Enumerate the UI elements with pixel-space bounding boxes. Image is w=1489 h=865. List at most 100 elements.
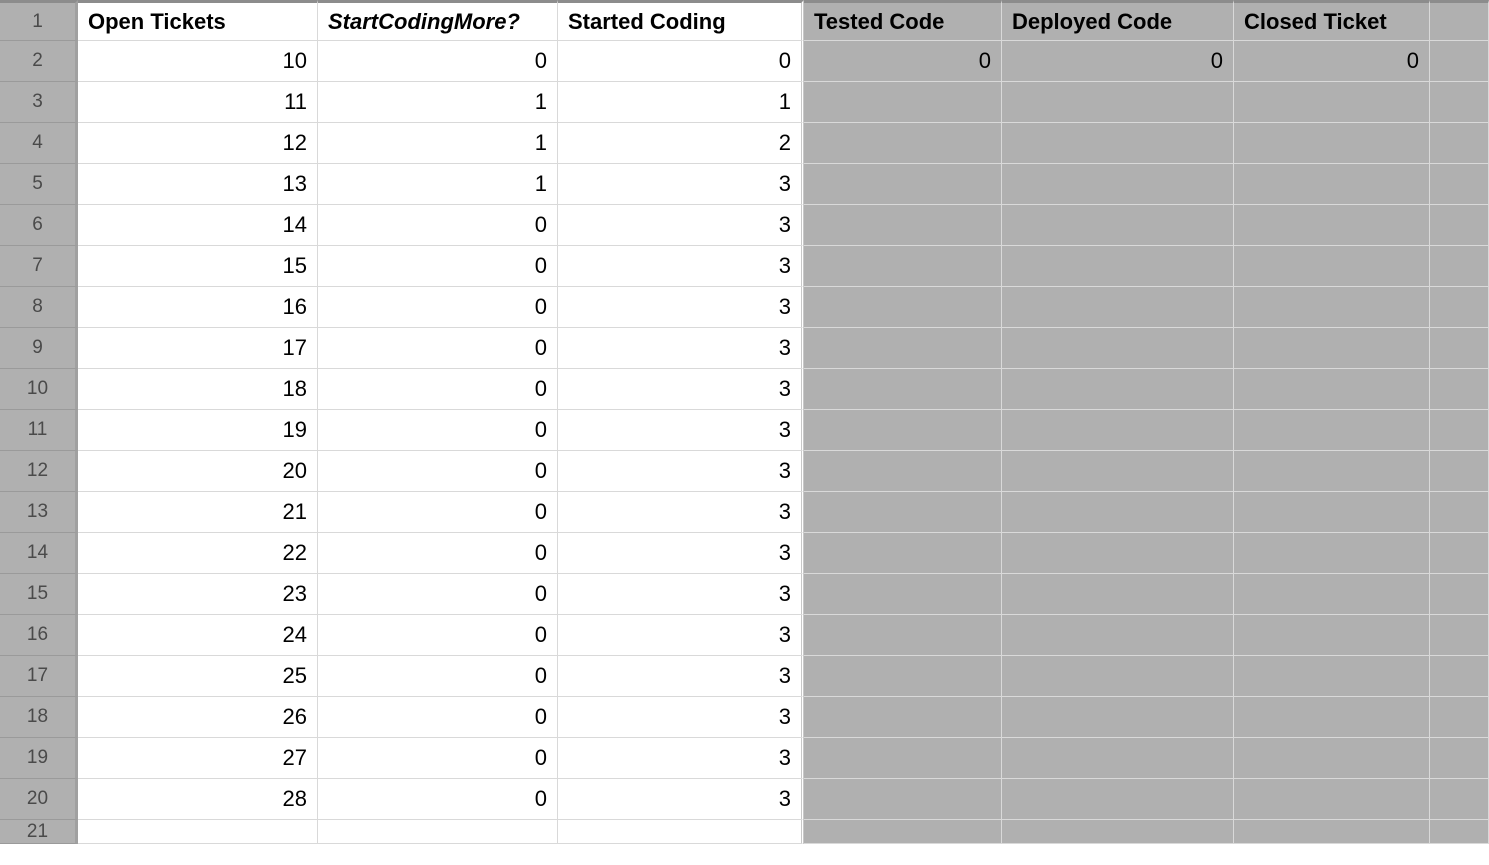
cell-started_coding[interactable]: 3 bbox=[558, 410, 804, 451]
cell-tested_code[interactable] bbox=[804, 451, 1002, 492]
cell-open_tickets[interactable]: 24 bbox=[78, 615, 318, 656]
cell-deployed_code[interactable] bbox=[1002, 287, 1234, 328]
cell-deployed_code[interactable] bbox=[1002, 205, 1234, 246]
cell-tested_code[interactable] bbox=[804, 779, 1002, 820]
cell-started_coding[interactable]: 3 bbox=[558, 328, 804, 369]
cell-open_tickets[interactable]: 19 bbox=[78, 410, 318, 451]
row-header[interactable]: 13 bbox=[0, 492, 78, 533]
cell-closed_ticket[interactable] bbox=[1234, 492, 1430, 533]
cell-blank[interactable] bbox=[1430, 615, 1489, 656]
cell-deployed_code[interactable]: 0 bbox=[1002, 41, 1234, 82]
cell-closed_ticket[interactable] bbox=[1234, 779, 1430, 820]
cell-deployed_code[interactable] bbox=[1002, 369, 1234, 410]
cell-tested_code[interactable] bbox=[804, 369, 1002, 410]
cell-deployed_code[interactable] bbox=[1002, 656, 1234, 697]
row-header[interactable]: 10 bbox=[0, 369, 78, 410]
row-header[interactable]: 8 bbox=[0, 287, 78, 328]
cell-started_coding[interactable]: 3 bbox=[558, 615, 804, 656]
cell-start_coding_more[interactable]: 0 bbox=[318, 451, 558, 492]
cell-started_coding[interactable]: 3 bbox=[558, 492, 804, 533]
cell-start_coding_more[interactable]: 0 bbox=[318, 574, 558, 615]
cell-started_coding[interactable]: 3 bbox=[558, 656, 804, 697]
cell-deployed_code[interactable] bbox=[1002, 492, 1234, 533]
cell-blank[interactable] bbox=[1430, 410, 1489, 451]
cell-blank[interactable] bbox=[1430, 697, 1489, 738]
cell-open_tickets[interactable]: 20 bbox=[78, 451, 318, 492]
cell-deployed_code[interactable] bbox=[1002, 697, 1234, 738]
cell-closed_ticket[interactable] bbox=[1234, 369, 1430, 410]
cell-start_coding_more[interactable] bbox=[318, 820, 558, 844]
row-header[interactable]: 6 bbox=[0, 205, 78, 246]
spreadsheet-grid[interactable]: 1Open TicketsStartCodingMore?Started Cod… bbox=[0, 0, 1489, 861]
cell-start_coding_more[interactable]: 1 bbox=[318, 123, 558, 164]
cell-open_tickets[interactable]: 13 bbox=[78, 164, 318, 205]
row-header[interactable]: 16 bbox=[0, 615, 78, 656]
cell-blank[interactable] bbox=[1430, 492, 1489, 533]
row-header[interactable]: 4 bbox=[0, 123, 78, 164]
cell-started_coding[interactable]: 3 bbox=[558, 205, 804, 246]
column-header[interactable]: StartCodingMore? bbox=[318, 0, 558, 41]
cell-deployed_code[interactable] bbox=[1002, 410, 1234, 451]
cell-tested_code[interactable] bbox=[804, 164, 1002, 205]
cell-closed_ticket[interactable] bbox=[1234, 820, 1430, 844]
cell-started_coding[interactable]: 3 bbox=[558, 369, 804, 410]
cell-started_coding[interactable]: 3 bbox=[558, 738, 804, 779]
cell-open_tickets[interactable]: 16 bbox=[78, 287, 318, 328]
cell-tested_code[interactable] bbox=[804, 123, 1002, 164]
cell-start_coding_more[interactable]: 0 bbox=[318, 615, 558, 656]
cell-open_tickets[interactable]: 14 bbox=[78, 205, 318, 246]
cell-closed_ticket[interactable] bbox=[1234, 205, 1430, 246]
cell-deployed_code[interactable] bbox=[1002, 328, 1234, 369]
row-header[interactable]: 19 bbox=[0, 738, 78, 779]
cell-blank[interactable] bbox=[1430, 451, 1489, 492]
cell-closed_ticket[interactable]: 0 bbox=[1234, 41, 1430, 82]
cell-blank[interactable] bbox=[1430, 369, 1489, 410]
cell-blank[interactable] bbox=[1430, 738, 1489, 779]
cell-started_coding[interactable] bbox=[558, 820, 804, 844]
cell-open_tickets[interactable]: 26 bbox=[78, 697, 318, 738]
cell-start_coding_more[interactable]: 0 bbox=[318, 697, 558, 738]
cell-started_coding[interactable]: 3 bbox=[558, 574, 804, 615]
cell-blank[interactable] bbox=[1430, 820, 1489, 844]
cell-deployed_code[interactable] bbox=[1002, 451, 1234, 492]
cell-tested_code[interactable] bbox=[804, 820, 1002, 844]
cell-tested_code[interactable] bbox=[804, 492, 1002, 533]
cell-deployed_code[interactable] bbox=[1002, 738, 1234, 779]
row-header[interactable]: 15 bbox=[0, 574, 78, 615]
cell-open_tickets[interactable]: 22 bbox=[78, 533, 318, 574]
column-header[interactable]: Closed Ticket bbox=[1234, 0, 1430, 41]
column-header[interactable]: Started Coding bbox=[558, 0, 804, 41]
cell-blank[interactable] bbox=[1430, 41, 1489, 82]
row-header[interactable]: 12 bbox=[0, 451, 78, 492]
cell-open_tickets[interactable]: 25 bbox=[78, 656, 318, 697]
cell-blank[interactable] bbox=[1430, 205, 1489, 246]
cell-start_coding_more[interactable]: 0 bbox=[318, 41, 558, 82]
cell-start_coding_more[interactable]: 0 bbox=[318, 246, 558, 287]
cell-tested_code[interactable] bbox=[804, 615, 1002, 656]
row-header[interactable]: 9 bbox=[0, 328, 78, 369]
cell-open_tickets[interactable]: 11 bbox=[78, 82, 318, 123]
cell-blank[interactable] bbox=[1430, 656, 1489, 697]
cell-closed_ticket[interactable] bbox=[1234, 451, 1430, 492]
cell-closed_ticket[interactable] bbox=[1234, 656, 1430, 697]
cell-started_coding[interactable]: 2 bbox=[558, 123, 804, 164]
cell-tested_code[interactable] bbox=[804, 410, 1002, 451]
cell-started_coding[interactable]: 3 bbox=[558, 779, 804, 820]
cell-closed_ticket[interactable] bbox=[1234, 246, 1430, 287]
cell-blank[interactable] bbox=[1430, 533, 1489, 574]
cell-open_tickets[interactable]: 10 bbox=[78, 41, 318, 82]
cell-deployed_code[interactable] bbox=[1002, 82, 1234, 123]
cell-start_coding_more[interactable]: 1 bbox=[318, 164, 558, 205]
cell-deployed_code[interactable] bbox=[1002, 246, 1234, 287]
cell-started_coding[interactable]: 3 bbox=[558, 533, 804, 574]
cell-deployed_code[interactable] bbox=[1002, 574, 1234, 615]
row-header[interactable]: 14 bbox=[0, 533, 78, 574]
cell-start_coding_more[interactable]: 0 bbox=[318, 410, 558, 451]
cell-tested_code[interactable] bbox=[804, 328, 1002, 369]
row-header[interactable]: 21 bbox=[0, 820, 78, 844]
cell-closed_ticket[interactable] bbox=[1234, 287, 1430, 328]
cell-started_coding[interactable]: 0 bbox=[558, 41, 804, 82]
cell-deployed_code[interactable] bbox=[1002, 533, 1234, 574]
cell-closed_ticket[interactable] bbox=[1234, 82, 1430, 123]
cell-closed_ticket[interactable] bbox=[1234, 574, 1430, 615]
